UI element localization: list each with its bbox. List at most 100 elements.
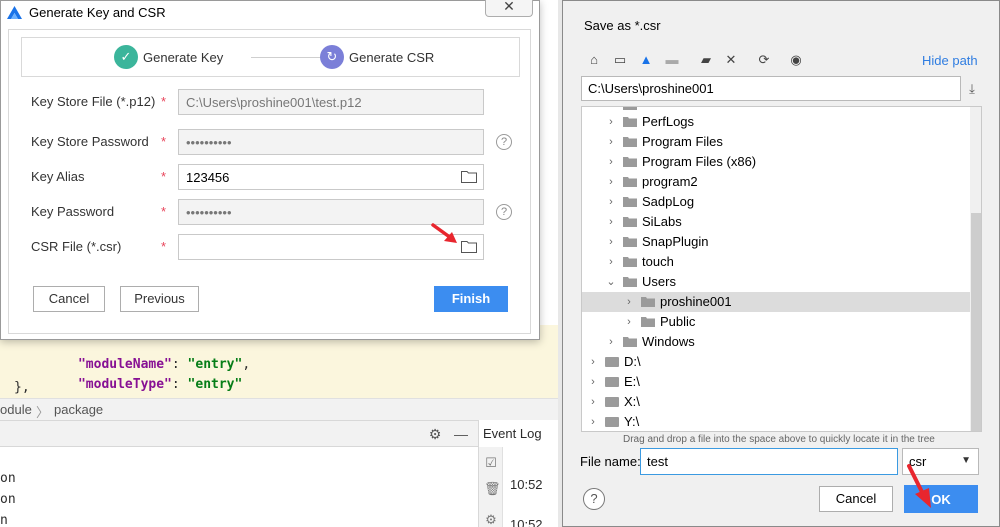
folder-icon: [623, 257, 637, 267]
tree-scrollbar[interactable]: [970, 107, 981, 431]
key-store-file-label: Key Store File (*.p12): [31, 94, 156, 109]
drive-icon: [605, 357, 619, 367]
tree-row[interactable]: › Y:\: [582, 412, 970, 431]
run-line: on: [0, 471, 16, 486]
desktop-icon[interactable]: ▭: [612, 52, 628, 68]
tree-item-label: Users: [642, 274, 676, 289]
key-store-file-field: C:\Users\proshine001\test.p12: [178, 89, 484, 115]
drive-icon: [605, 417, 619, 427]
module-icon[interactable]: ▬: [664, 52, 680, 68]
folder-icon: [623, 217, 637, 227]
chevron-right-icon[interactable]: ›: [588, 355, 598, 369]
chevron-right-icon[interactable]: ›: [606, 135, 616, 149]
trash-icon[interactable]: 🗑: [484, 482, 501, 496]
chevron-right-icon[interactable]: ›: [624, 315, 634, 329]
download-icon[interactable]: ⤓: [965, 81, 979, 97]
new-folder-icon[interactable]: ▰: [698, 52, 714, 68]
event-time: 10:52: [510, 517, 543, 527]
chevron-right-icon[interactable]: ›: [588, 395, 598, 409]
folder-icon[interactable]: [461, 170, 477, 183]
tree-row[interactable]: › X:\: [582, 392, 970, 412]
chevron-down-icon: ▼: [961, 455, 971, 466]
file-tree[interactable]: › PerfLogs › Program Files › Program Fil…: [581, 106, 982, 432]
show-hidden-icon[interactable]: ◉: [788, 52, 804, 68]
help-button[interactable]: ?: [583, 488, 605, 510]
file-name-input[interactable]: test: [640, 448, 898, 475]
folder-icon: [623, 157, 637, 167]
json-sep: :: [171, 377, 188, 392]
hide-path-link[interactable]: Hide path: [922, 53, 978, 68]
tree-row[interactable]: › Public: [582, 312, 970, 332]
json-end: ,: [242, 357, 251, 372]
key-alias-field[interactable]: 123456: [178, 164, 484, 190]
tree-row[interactable]: › SnapPlugin: [582, 232, 970, 252]
tree-row[interactable]: › Program Files: [582, 132, 970, 152]
chevron-right-icon[interactable]: ›: [606, 155, 616, 169]
folder-icon: [623, 337, 637, 347]
breadcrumb-package[interactable]: package: [54, 402, 103, 417]
tree-row[interactable]: › touch: [582, 252, 970, 272]
refresh-icon[interactable]: ⟳: [756, 52, 772, 68]
tree-item-label: SnapPlugin: [642, 234, 709, 249]
required-mark: *: [161, 134, 167, 149]
tree-row[interactable]: › SiLabs: [582, 212, 970, 232]
chevron-right-icon[interactable]: ›: [588, 375, 598, 389]
chevron-right-icon[interactable]: ›: [606, 195, 616, 209]
tree-row[interactable]: › Program Files (x86): [582, 152, 970, 172]
finish-button[interactable]: Finish: [434, 286, 508, 312]
key-password-label: Key Password: [31, 204, 115, 219]
required-mark: *: [161, 204, 167, 219]
tree-item-label: Public: [660, 314, 696, 329]
close-icon: ✕: [503, 0, 515, 14]
chevron-right-icon[interactable]: ›: [606, 255, 616, 269]
chevron-right-icon[interactable]: ›: [606, 175, 616, 189]
tree-item-label: Program Files (x86): [642, 154, 757, 169]
help-icon[interactable]: ?: [496, 134, 512, 150]
event-time: 10:52: [510, 477, 543, 492]
chevron-right-icon[interactable]: ›: [606, 115, 616, 129]
csr-file-label: CSR File (*.csr): [31, 239, 122, 254]
previous-button[interactable]: Previous: [120, 286, 199, 312]
breadcrumb-module[interactable]: odule: [0, 402, 32, 417]
tree-row-selected[interactable]: › proshine001: [582, 292, 970, 312]
cancel-button[interactable]: Cancel: [33, 286, 105, 312]
home-icon[interactable]: ⌂: [586, 52, 602, 68]
tree-row[interactable]: › E:\: [582, 372, 970, 392]
folder-icon: [623, 237, 637, 247]
scrollbar-thumb[interactable]: [971, 213, 981, 431]
tree-row[interactable]: › SadpLog: [582, 192, 970, 212]
cancel-button[interactable]: Cancel: [819, 486, 893, 512]
event-log-panel: Event Log ☑ 🗑 ⚙ 10:52 10:52: [478, 420, 570, 527]
tree-row[interactable]: › PerfLogs: [582, 112, 970, 132]
minimize-icon[interactable]: —: [454, 427, 468, 441]
help-icon[interactable]: ?: [496, 204, 512, 220]
dialog-body: ✓ Generate Key ↻ Generate CSR Key Store …: [8, 29, 531, 334]
delete-icon[interactable]: ✕: [723, 52, 739, 68]
chevron-right-icon[interactable]: ›: [606, 235, 616, 249]
tree-row[interactable]: › Windows: [582, 332, 970, 352]
project-icon[interactable]: ▲: [638, 52, 654, 68]
tree-item-label: X:\: [624, 394, 640, 409]
tree-row[interactable]: ⌄ Users: [582, 272, 970, 292]
chevron-down-icon[interactable]: ⌄: [606, 275, 616, 289]
step-label-generate-key: Generate Key: [143, 50, 224, 65]
step-done-icon: ✓: [114, 45, 138, 69]
chevron-right-icon[interactable]: ›: [606, 215, 616, 229]
tree-item-label: D:\: [624, 354, 641, 369]
json-value: "entry": [187, 377, 243, 392]
json-key: "moduleType": [77, 377, 172, 392]
path-input[interactable]: C:\Users\proshine001: [581, 76, 961, 101]
required-mark: *: [161, 239, 167, 254]
folder-icon[interactable]: [461, 240, 477, 253]
tree-item-label: E:\: [624, 374, 640, 389]
gear-icon[interactable]: ⚙: [428, 427, 442, 441]
chevron-right-icon[interactable]: ›: [588, 415, 598, 429]
tree-row[interactable]: › program2: [582, 172, 970, 192]
tree-row[interactable]: › D:\: [582, 352, 970, 372]
check-icon[interactable]: ☑: [484, 456, 498, 470]
close-button[interactable]: ✕: [485, 0, 533, 17]
chevron-right-icon[interactable]: ›: [606, 335, 616, 349]
tree-item-label: touch: [642, 254, 674, 269]
chevron-right-icon[interactable]: ›: [624, 295, 634, 309]
settings-icon[interactable]: ⚙: [484, 513, 498, 527]
